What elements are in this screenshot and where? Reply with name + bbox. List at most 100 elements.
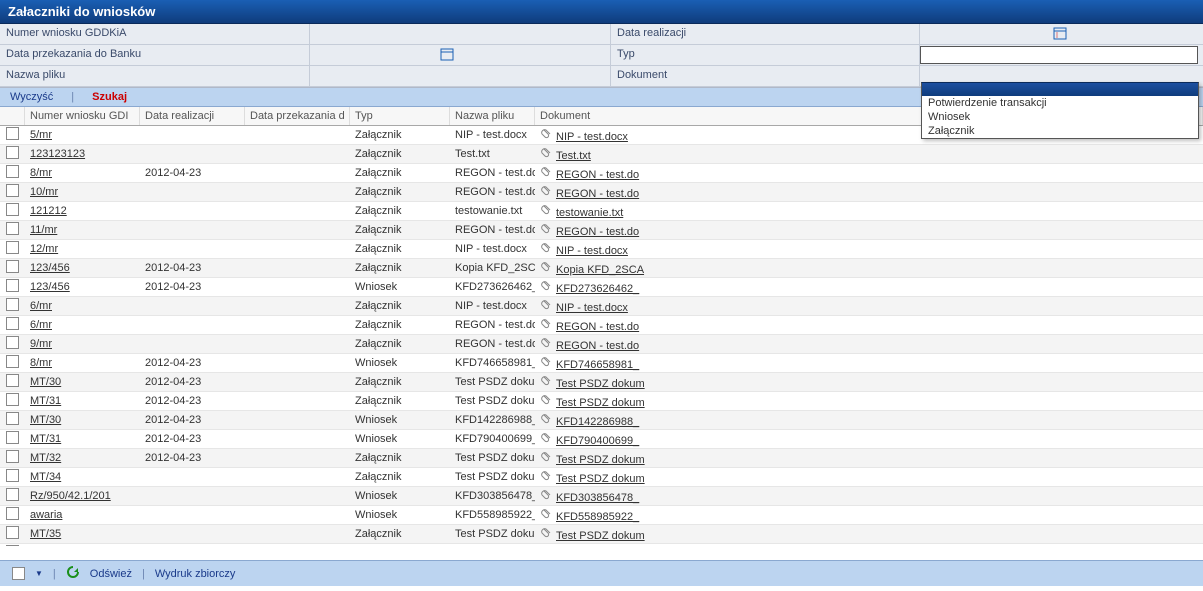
row-doc[interactable]: REGON - test.do xyxy=(535,183,1203,202)
col-num[interactable]: Numer wniosku GDI xyxy=(25,107,140,125)
row-doc[interactable]: REGON - test.do xyxy=(535,221,1203,240)
table-row[interactable]: MT/302012-04-23WniosekKFD142286988_WniKF… xyxy=(0,411,1203,430)
row-num[interactable]: MT/31 xyxy=(25,431,140,447)
row-doc[interactable]: KFD303856478_ xyxy=(535,487,1203,506)
table-row[interactable]: 121212Załączniktestowanie.txttestowanie.… xyxy=(0,202,1203,221)
calendar-icon[interactable] xyxy=(1053,26,1067,43)
row-num[interactable]: 9/mr xyxy=(25,336,140,352)
table-row[interactable]: 8/mr2012-04-23ZałącznikREGON - test.docx… xyxy=(0,164,1203,183)
col-file[interactable]: Nazwa pliku xyxy=(450,107,535,125)
row-checkbox[interactable] xyxy=(0,296,25,316)
row-checkbox[interactable] xyxy=(0,315,25,335)
table-row[interactable]: MT/312012-04-23WniosekKFD790400699_WniKF… xyxy=(0,430,1203,449)
row-num[interactable]: awaria xyxy=(25,507,140,523)
row-num[interactable]: MT/35 xyxy=(25,526,140,542)
table-row[interactable]: 9/mrZałącznikREGON - test.docxREGON - te… xyxy=(0,335,1203,354)
search-button[interactable]: Szukaj xyxy=(92,91,127,103)
table-row[interactable]: 11/mrZałącznikREGON - test.docxREGON - t… xyxy=(0,221,1203,240)
table-row[interactable]: 10/mrZałącznikREGON - test.docxREGON - t… xyxy=(0,183,1203,202)
row-checkbox[interactable] xyxy=(0,239,25,259)
row-num[interactable]: 8/mr xyxy=(25,165,140,181)
filter-num-field[interactable] xyxy=(310,24,610,44)
row-num[interactable]: MT/32 xyxy=(25,545,140,546)
row-checkbox[interactable] xyxy=(0,163,25,183)
row-checkbox[interactable] xyxy=(0,524,25,544)
typ-option-zalacznik[interactable]: Załącznik xyxy=(922,124,1198,138)
row-doc[interactable]: Kopia KFD_2SCA xyxy=(535,259,1203,278)
typ-option-wniosek[interactable]: Wniosek xyxy=(922,110,1198,124)
row-checkbox[interactable] xyxy=(0,391,25,411)
table-row[interactable]: MT/312012-04-23ZałącznikTest PSDZ dokume… xyxy=(0,392,1203,411)
row-checkbox[interactable] xyxy=(0,220,25,240)
clear-button[interactable]: Wyczyść xyxy=(10,91,53,103)
print-button[interactable]: Wydruk zbiorczy xyxy=(155,568,236,580)
table-row[interactable]: awariaWniosekKFD558985922_WniKFD55898592… xyxy=(0,506,1203,525)
row-checkbox[interactable] xyxy=(0,334,25,354)
table-row[interactable]: MT/35ZałącznikTest PSDZ dokumentTest PSD… xyxy=(0,525,1203,544)
row-doc[interactable]: Test.txt xyxy=(535,145,1203,164)
row-num[interactable]: 11/mr xyxy=(25,222,140,238)
filter-typ-field[interactable] xyxy=(920,45,1203,65)
row-checkbox[interactable] xyxy=(0,201,25,221)
refresh-icon[interactable] xyxy=(66,565,80,582)
row-num[interactable]: 123123123 xyxy=(25,146,140,162)
row-num[interactable]: 5/mr xyxy=(25,127,140,143)
table-row[interactable]: 8/mr2012-04-23WniosekKFD746658981_WniKFD… xyxy=(0,354,1203,373)
row-doc[interactable]: Test PSDZ dokum xyxy=(535,449,1203,468)
typ-dropdown[interactable]: Potwierdzenie transakcji Wniosek Załączn… xyxy=(921,82,1199,139)
row-doc[interactable]: KFD558985922_ xyxy=(535,506,1203,525)
row-num[interactable]: MT/30 xyxy=(25,374,140,390)
row-num[interactable]: MT/34 xyxy=(25,469,140,485)
row-doc[interactable]: testowanie.txt xyxy=(535,202,1203,221)
row-num[interactable]: 123/456 xyxy=(25,260,140,276)
col-typ[interactable]: Typ xyxy=(350,107,450,125)
row-doc[interactable]: Test PSDZ dokum xyxy=(535,525,1203,544)
row-num[interactable]: 123/456 xyxy=(25,279,140,295)
row-num[interactable]: 8/mr xyxy=(25,355,140,371)
table-row[interactable]: 123123123ZałącznikTest.txtTest.txt xyxy=(0,145,1203,164)
row-num[interactable]: 10/mr xyxy=(25,184,140,200)
row-checkbox[interactable] xyxy=(0,126,25,145)
row-doc[interactable]: Test PSDZ dokum xyxy=(535,373,1203,392)
table-row[interactable]: 6/mrZałącznikNIP - test.docxNIP - test.d… xyxy=(0,297,1203,316)
row-doc[interactable]: Test PSDZ dokum xyxy=(535,392,1203,411)
table-row[interactable]: Rz/950/42.1/201WniosekKFD303856478_WniKF… xyxy=(0,487,1203,506)
row-num[interactable]: MT/31 xyxy=(25,393,140,409)
row-doc[interactable]: KFD273626462_ xyxy=(535,278,1203,297)
row-doc[interactable]: NIP - test.docx xyxy=(535,297,1203,316)
row-doc[interactable]: KFD228027668_ xyxy=(535,544,1203,547)
table-row[interactable]: MT/322012-04-23WniosekKFD228027668_WniKF… xyxy=(0,544,1203,546)
row-doc[interactable]: Test PSDZ dokum xyxy=(535,468,1203,487)
row-num[interactable]: 121212 xyxy=(25,203,140,219)
typ-input[interactable] xyxy=(920,46,1198,64)
col-date1[interactable]: Data realizacji xyxy=(140,107,245,125)
menu-dropdown-icon[interactable]: ▼ xyxy=(35,569,43,578)
row-checkbox[interactable] xyxy=(0,429,25,449)
row-num[interactable]: MT/32 xyxy=(25,450,140,466)
row-num[interactable]: 6/mr xyxy=(25,298,140,314)
table-row[interactable]: 123/4562012-04-23WniosekKFD273626462_Wni… xyxy=(0,278,1203,297)
row-checkbox[interactable] xyxy=(0,277,25,297)
typ-dropdown-selected-blank[interactable] xyxy=(922,83,1198,96)
row-doc[interactable]: REGON - test.do xyxy=(535,164,1203,183)
row-checkbox[interactable] xyxy=(0,258,25,278)
col-date2[interactable]: Data przekazania d xyxy=(245,107,350,125)
row-checkbox[interactable] xyxy=(0,486,25,506)
row-doc[interactable]: KFD142286988_ xyxy=(535,411,1203,430)
row-num[interactable]: 6/mr xyxy=(25,317,140,333)
table-row[interactable]: MT/34ZałącznikTest PSDZ dokumentTest PSD… xyxy=(0,468,1203,487)
row-doc[interactable]: KFD746658981_ xyxy=(535,354,1203,373)
row-checkbox[interactable] xyxy=(0,448,25,468)
table-row[interactable]: 6/mrZałącznikREGON - test.docxREGON - te… xyxy=(0,316,1203,335)
table-row[interactable]: MT/322012-04-23ZałącznikTest PSDZ dokume… xyxy=(0,449,1203,468)
filter-filename-field[interactable] xyxy=(310,66,610,86)
row-checkbox[interactable] xyxy=(0,372,25,392)
row-doc[interactable]: KFD790400699_ xyxy=(535,430,1203,449)
row-checkbox[interactable] xyxy=(0,182,25,202)
select-all-checkbox[interactable] xyxy=(12,567,25,580)
row-num[interactable]: 12/mr xyxy=(25,241,140,257)
filter-date-field[interactable] xyxy=(920,24,1203,44)
row-checkbox[interactable] xyxy=(0,505,25,525)
row-checkbox[interactable] xyxy=(0,144,25,164)
row-checkbox[interactable] xyxy=(0,410,25,430)
